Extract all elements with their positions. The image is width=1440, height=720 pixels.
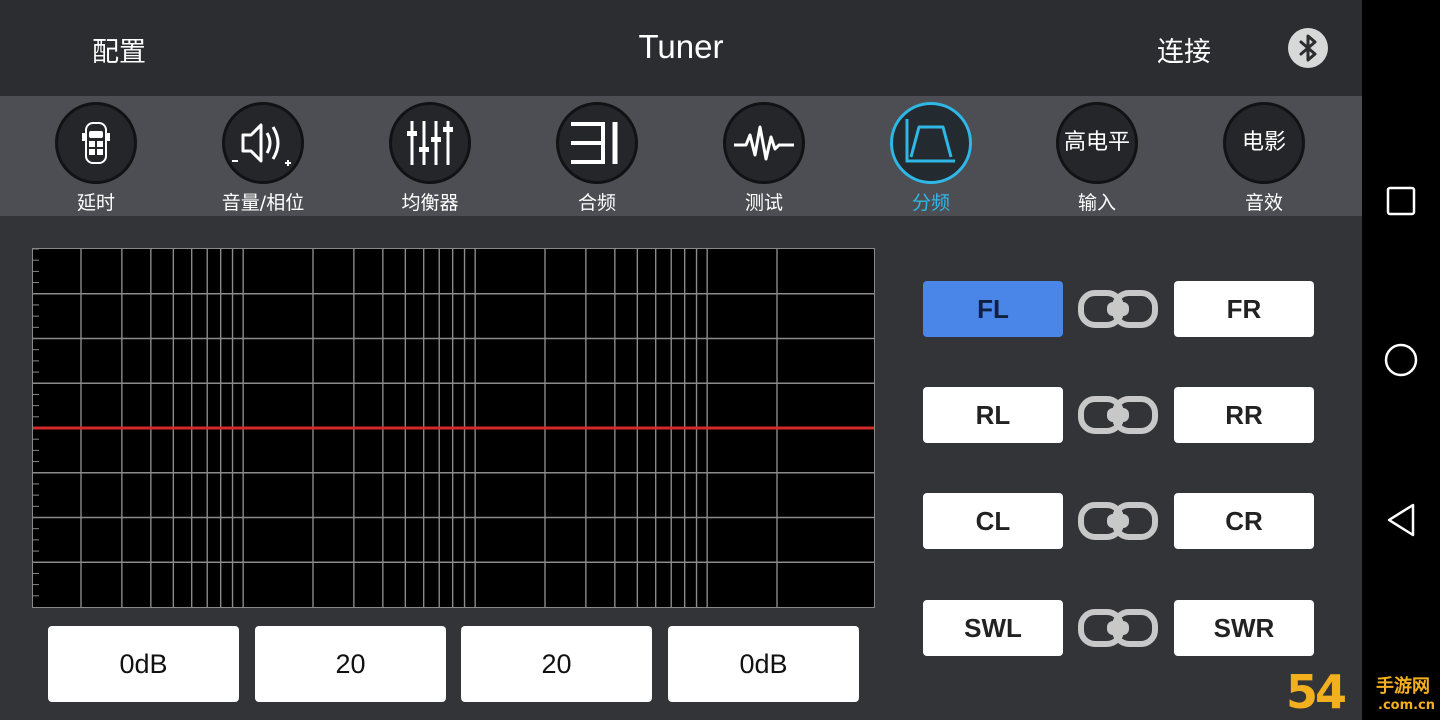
tab-high-level-input[interactable]: 高电平 输入 <box>1027 96 1167 216</box>
link-chain-icon <box>1078 502 1158 540</box>
param-gain-field[interactable]: 0dB <box>48 626 239 702</box>
channel-rl-button[interactable]: RL <box>923 387 1063 443</box>
channel-rr-button[interactable]: RR <box>1174 387 1314 443</box>
bluetooth-icon <box>1299 34 1317 62</box>
link-chain-icon <box>1078 396 1158 434</box>
connect-button[interactable]: 连接 <box>1157 30 1211 69</box>
tuner-app: 配置 Tuner 连接 延时 音量/相位 均衡器 合频 测试 分频 高电平 输入… <box>0 0 1362 720</box>
tab-label: 合频 <box>577 192 616 214</box>
system-nav-bar <box>1362 0 1440 720</box>
equalizer-sliders-icon <box>407 121 453 165</box>
graph-canvas <box>33 249 874 607</box>
tab-label: 分频 <box>911 192 950 214</box>
tab-crossover[interactable]: 分频 <box>861 96 1001 216</box>
car-seat-icon <box>82 122 110 164</box>
watermark-domain: .com.cn <box>1378 698 1436 713</box>
param-low-pass-field[interactable]: 20 <box>461 626 652 702</box>
channel-swr-button[interactable]: SWR <box>1174 600 1314 656</box>
waveform-icon <box>734 125 794 161</box>
channel-cl-button[interactable]: CL <box>923 493 1063 549</box>
param-high-pass-field[interactable]: 20 <box>255 626 446 702</box>
bluetooth-button[interactable] <box>1288 28 1328 68</box>
tab-volume-phase[interactable]: 音量/相位 <box>193 96 333 216</box>
channel-link-toggle[interactable] <box>1077 287 1159 331</box>
channel-link-toggle[interactable] <box>1077 606 1159 650</box>
speaker-volume-icon <box>232 123 291 166</box>
tab-label: 延时 <box>76 192 115 214</box>
frequency-response-graph[interactable] <box>32 248 875 608</box>
recents-square-icon[interactable] <box>1386 186 1416 216</box>
channel-fl-button[interactable]: FL <box>923 281 1063 337</box>
tab-label: 音效 <box>1244 192 1283 214</box>
tab-mix[interactable]: 合频 <box>527 96 667 216</box>
mix-bars-icon <box>571 122 618 164</box>
home-circle-icon[interactable] <box>1384 343 1418 377</box>
tab-label: 输入 <box>1077 192 1116 214</box>
tab-glyph: 电影 <box>1241 130 1286 155</box>
tab-label: 测试 <box>744 192 783 214</box>
link-chain-icon <box>1078 290 1158 328</box>
param-level-field[interactable]: 0dB <box>668 626 859 702</box>
function-tabs: 延时 音量/相位 均衡器 合频 测试 分频 高电平 输入 电影 音效 <box>0 96 1362 216</box>
tab-sound-effects[interactable]: 电影 音效 <box>1194 96 1334 216</box>
link-chain-icon <box>1078 609 1158 647</box>
tab-label: 音量/相位 <box>221 192 305 214</box>
tab-equalizer[interactable]: 均衡器 <box>360 96 500 216</box>
app-header: 配置 Tuner 连接 <box>0 0 1362 96</box>
tab-glyph: 高电平 <box>1063 130 1130 155</box>
watermark-brand: 手游网 <box>1376 676 1430 697</box>
channel-link-toggle[interactable] <box>1077 393 1159 437</box>
watermark-number: 54 <box>1286 665 1347 719</box>
tab-label: 均衡器 <box>401 192 459 214</box>
tab-test[interactable]: 测试 <box>694 96 834 216</box>
tab-delay[interactable]: 延时 <box>26 96 166 216</box>
channel-link-toggle[interactable] <box>1077 499 1159 543</box>
channel-cr-button[interactable]: CR <box>1174 493 1314 549</box>
channel-swl-button[interactable]: SWL <box>923 600 1063 656</box>
site-watermark: 54 手游网 .com.cn <box>1286 664 1440 720</box>
crossover-filter-icon <box>905 119 955 163</box>
channel-fr-button[interactable]: FR <box>1174 281 1314 337</box>
back-triangle-icon[interactable] <box>1386 502 1416 538</box>
